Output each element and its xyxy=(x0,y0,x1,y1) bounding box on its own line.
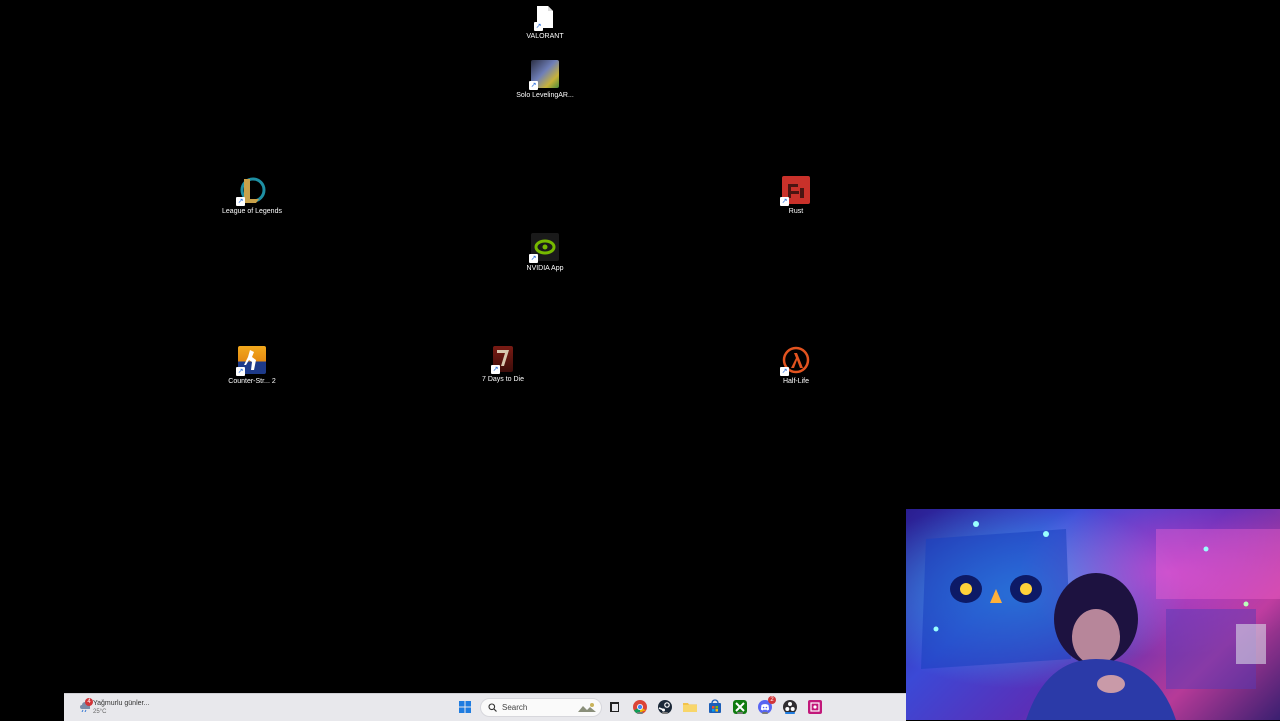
desktop-icon-label: Solo LevelingAR... xyxy=(516,92,574,99)
document-icon: ↗ xyxy=(534,5,554,31)
obs-button[interactable] xyxy=(782,699,798,715)
desktop-icon-half-life[interactable]: ↗ Half-Life xyxy=(764,346,828,386)
desktop-icon-counter-strike-2[interactable]: ↗ Counter-Str... 2 xyxy=(220,346,284,386)
desktop-icon-nvidia-app[interactable]: ↗ NVIDIA App xyxy=(513,233,577,273)
running-indicator xyxy=(662,712,668,714)
running-indicator xyxy=(762,712,768,714)
desktop-icon-label: Half-Life xyxy=(782,378,810,385)
file-explorer-icon xyxy=(683,703,697,712)
solo-leveling-icon: ↗ xyxy=(529,60,559,90)
steam-button[interactable] xyxy=(657,699,673,715)
xbox-button[interactable] xyxy=(732,699,748,715)
counter-strike-icon: ↗ xyxy=(236,346,266,376)
desktop-icon-label: 7 Days to Die xyxy=(481,376,525,383)
shortcut-arrow-icon: ↗ xyxy=(236,367,245,376)
desktop-icon-rust[interactable]: ↗ Rust xyxy=(764,176,828,216)
desktop-icon-7-days-to-die[interactable]: ↗ 7 Days to Die xyxy=(471,346,535,384)
shortcut-arrow-icon: ↗ xyxy=(534,22,543,31)
desktop-icon-label: VALORANT xyxy=(526,33,564,40)
running-indicator xyxy=(637,712,643,714)
nvidia-icon: ↗ xyxy=(529,233,559,263)
desktop-icon-label: Counter-Str... 2 xyxy=(228,378,276,385)
store-icon xyxy=(709,699,721,713)
desktop-icon-label: League of Legends xyxy=(222,208,282,215)
shortcut-arrow-icon: ↗ xyxy=(529,254,538,263)
weather-text: Yağmurlu günler... xyxy=(93,700,150,707)
desktop-icon-solo-leveling[interactable]: ↗ Solo LevelingAR... xyxy=(513,60,577,100)
league-of-legends-icon: ↗ xyxy=(236,176,266,206)
task-view-icon xyxy=(610,702,619,712)
start-button[interactable] xyxy=(457,699,473,715)
search-placeholder: Search xyxy=(502,703,528,712)
shortcut-arrow-icon: ↗ xyxy=(236,197,245,206)
taskbar-search[interactable]: Search xyxy=(480,698,602,717)
rust-icon: ↗ xyxy=(780,176,810,206)
task-view-button[interactable] xyxy=(607,699,623,715)
webcam-feed-image xyxy=(906,509,1280,720)
search-highlight-icon xyxy=(578,703,596,712)
desktop-icon-valorant[interactable]: ↗ VALORANT xyxy=(513,5,577,41)
running-indicator xyxy=(737,712,743,714)
shortcut-arrow-icon: ↗ xyxy=(780,367,789,376)
notification-badge: 4 xyxy=(85,698,93,706)
discord-badge: 2 xyxy=(768,696,776,704)
webcam-overlay xyxy=(906,509,1280,720)
seven-days-to-die-icon: ↗ xyxy=(491,346,513,374)
shortcut-arrow-icon: ↗ xyxy=(780,197,789,206)
running-indicator xyxy=(785,712,795,714)
discord-button[interactable]: 2 xyxy=(757,696,776,715)
store-button[interactable] xyxy=(707,699,723,715)
photo-app-button[interactable] xyxy=(807,699,823,715)
shortcut-arrow-icon: ↗ xyxy=(529,81,538,90)
chrome-button[interactable] xyxy=(632,699,648,715)
file-explorer-button[interactable] xyxy=(682,699,698,715)
desktop-icon-label: Rust xyxy=(788,208,804,215)
start-icon xyxy=(459,701,471,713)
shortcut-arrow-icon: ↗ xyxy=(491,365,500,374)
desktop-icon-league-of-legends[interactable]: ↗ League of Legends xyxy=(220,176,284,216)
half-life-icon: ↗ xyxy=(780,346,810,376)
search-icon xyxy=(488,703,497,712)
weather-temp: 25°C xyxy=(93,709,107,715)
photo-app-icon xyxy=(808,700,822,714)
taskbar: 4 Yağmurlu günler... 25°C Search 2 xyxy=(64,693,906,721)
weather-widget[interactable]: 4 Yağmurlu günler... 25°C xyxy=(80,698,170,718)
desktop-icon-label: NVIDIA App xyxy=(526,265,564,272)
